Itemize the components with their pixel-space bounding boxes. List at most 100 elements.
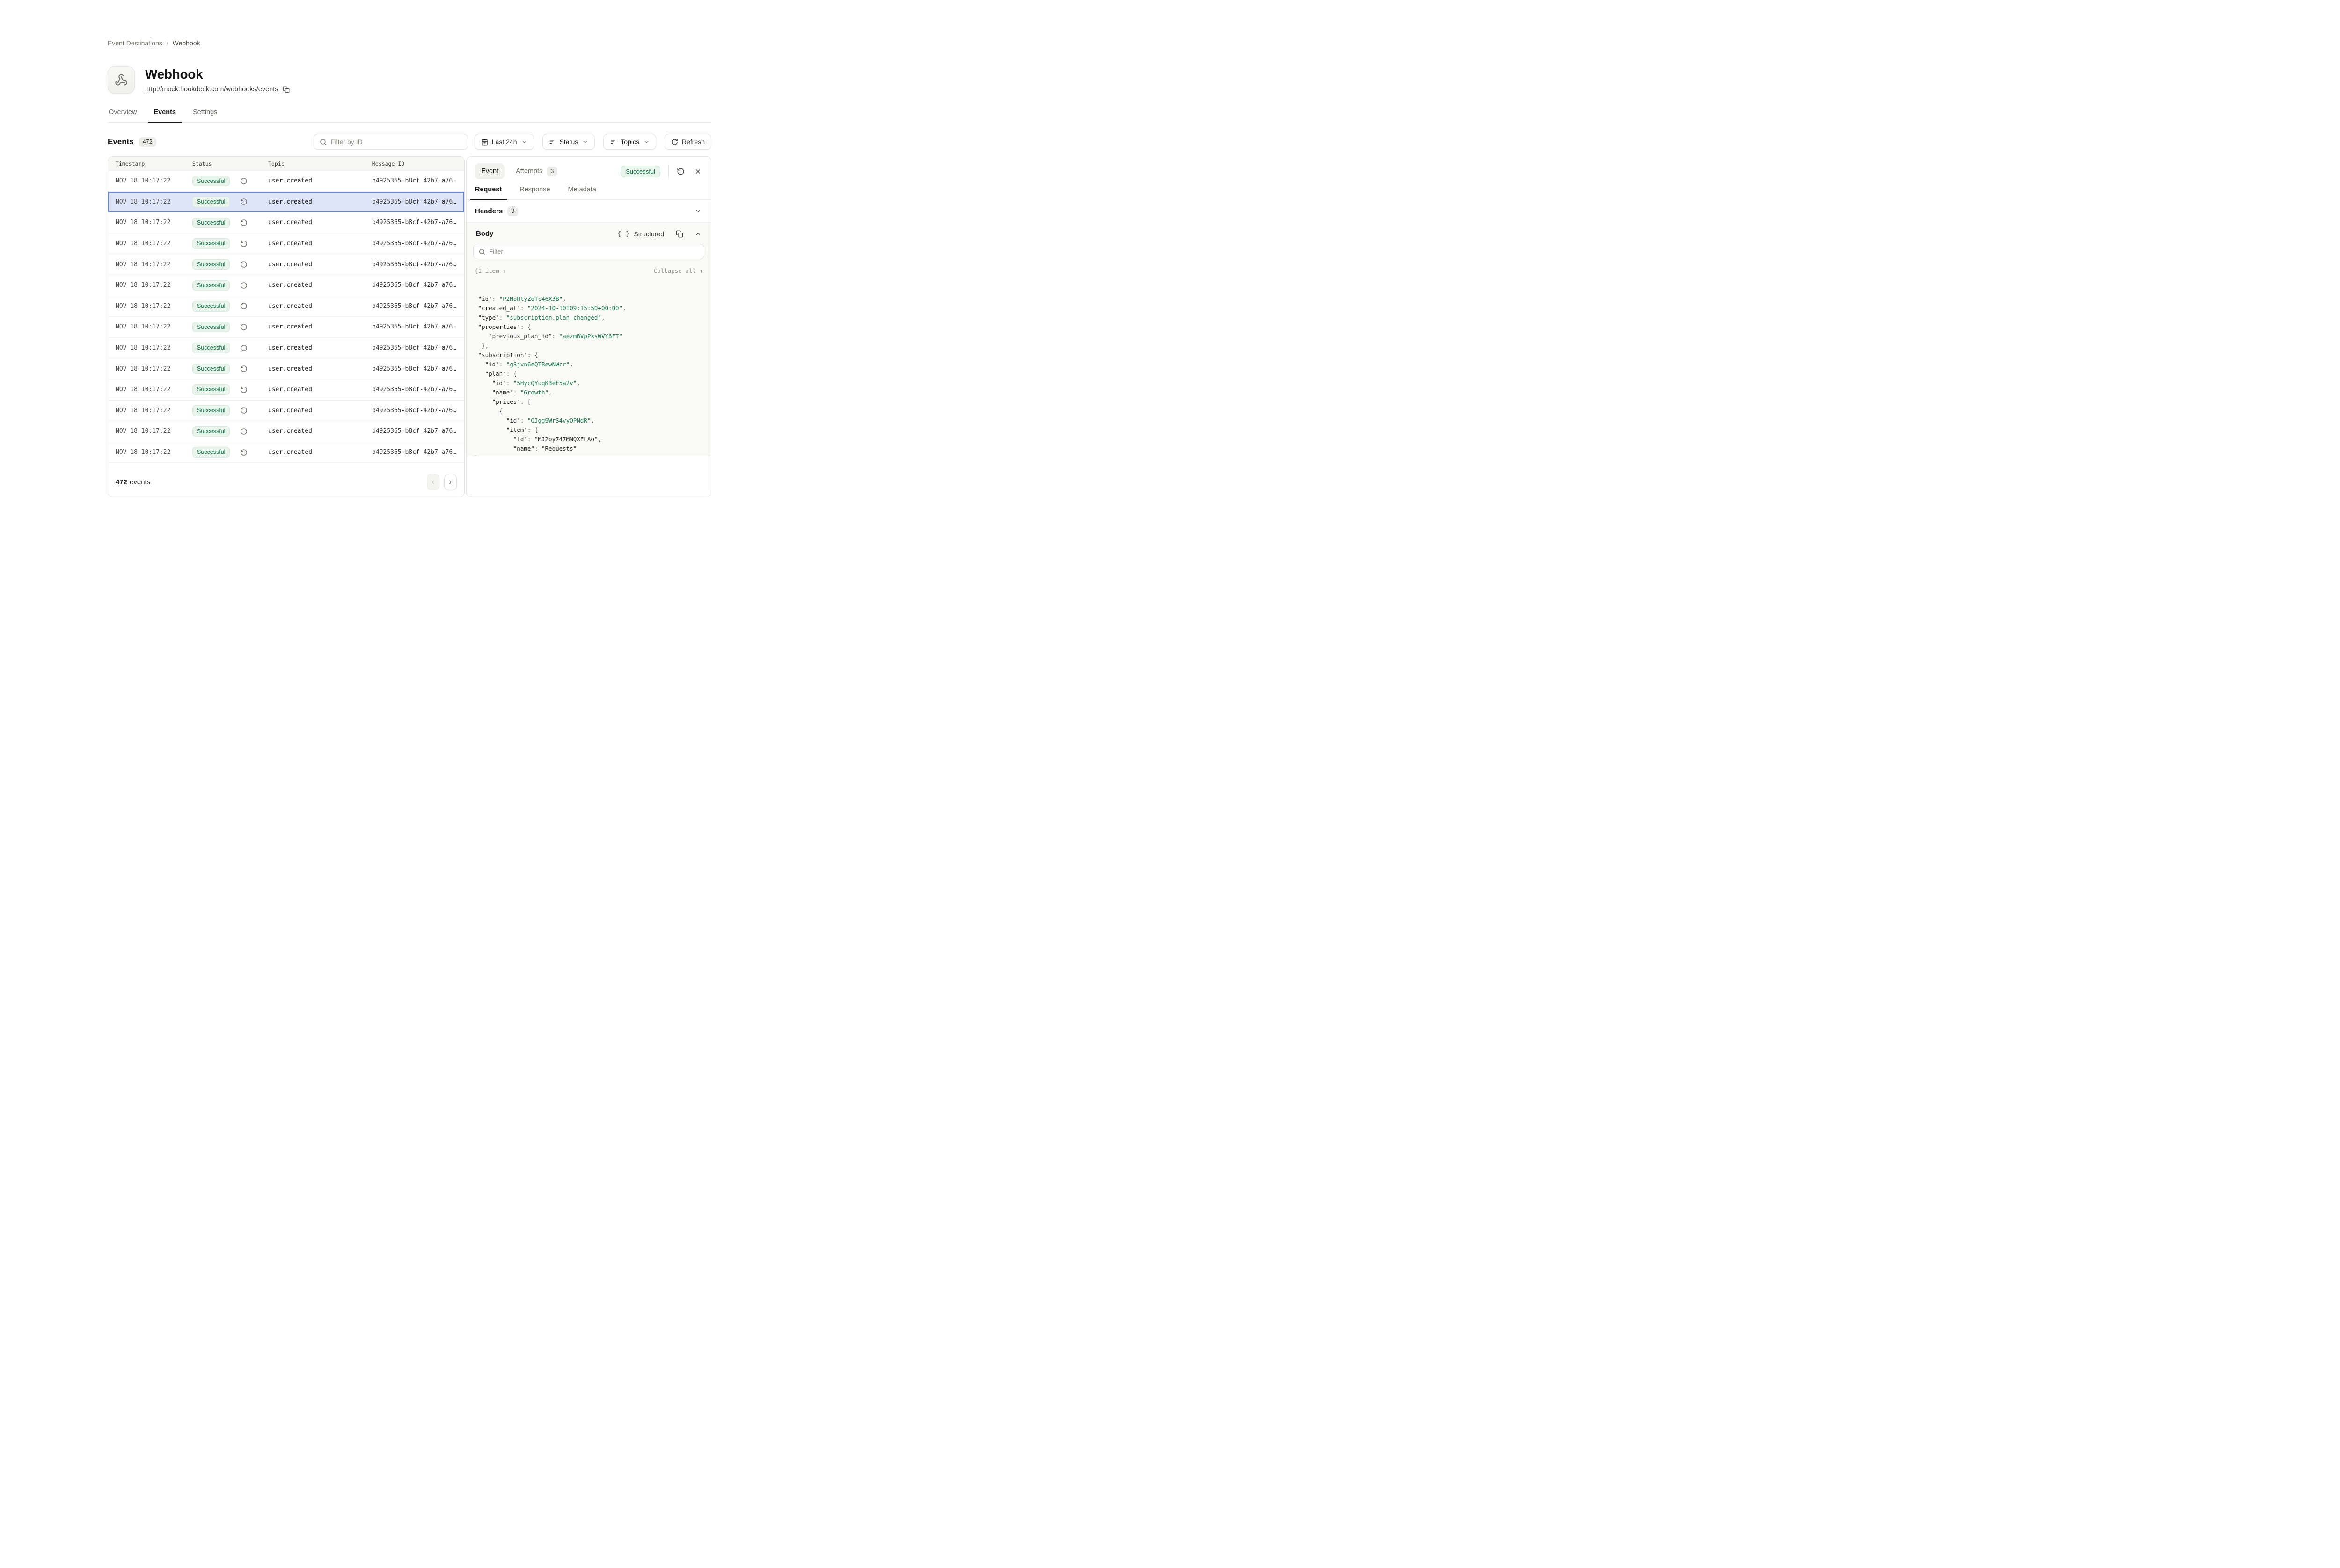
json-line: "plan": { bbox=[475, 369, 703, 379]
cell-message-id: b4925365-b8cf-42b7-a76… bbox=[372, 407, 464, 414]
structured-mode-label[interactable]: Structured bbox=[634, 230, 664, 238]
json-items-toggle[interactable]: {1 item ↑ bbox=[475, 267, 506, 274]
table-row[interactable]: NOV 18 10:17:22 Successful user.created … bbox=[108, 171, 464, 192]
prev-page-button[interactable] bbox=[427, 474, 439, 490]
time-range-button[interactable]: Last 24h bbox=[475, 134, 534, 150]
chevron-right-icon bbox=[447, 479, 453, 485]
retry-icon[interactable] bbox=[240, 198, 248, 205]
table-row[interactable]: NOV 18 10:17:22 Successful user.created … bbox=[108, 442, 464, 463]
column-header-status: Status bbox=[192, 160, 268, 167]
retry-icon[interactable] bbox=[240, 261, 248, 268]
headers-section-toggle[interactable]: Headers 3 bbox=[467, 200, 711, 222]
cell-status: Successful bbox=[192, 343, 268, 353]
events-heading-label: Events bbox=[108, 137, 134, 146]
filter-by-id-input[interactable] bbox=[331, 138, 462, 146]
retry-icon[interactable] bbox=[240, 219, 248, 226]
table-row[interactable]: NOV 18 10:17:22 Successful user.created … bbox=[108, 358, 464, 379]
retry-icon[interactable] bbox=[240, 302, 248, 310]
attempts-count-badge: 3 bbox=[547, 167, 557, 176]
cell-topic: user.created bbox=[268, 449, 372, 456]
tab-event[interactable]: Event bbox=[475, 163, 505, 179]
table-row[interactable]: NOV 18 10:17:22 Successful user.created … bbox=[108, 192, 464, 213]
retry-icon[interactable] bbox=[240, 177, 248, 185]
status-badge: Successful bbox=[192, 364, 230, 374]
detail-content-tab[interactable]: Request bbox=[475, 186, 502, 199]
table-row[interactable]: NOV 18 10:17:22 Successful user.created … bbox=[108, 317, 464, 338]
filter-lines-icon bbox=[610, 139, 617, 146]
page-tab[interactable]: Events bbox=[153, 106, 177, 122]
detail-content-tab[interactable]: Response bbox=[519, 186, 550, 199]
json-line: "properties": { bbox=[475, 322, 703, 332]
pagination bbox=[427, 474, 457, 490]
retry-event-icon[interactable] bbox=[677, 168, 685, 175]
cell-status: Successful bbox=[192, 405, 268, 416]
status-badge: Successful bbox=[192, 384, 230, 395]
cell-status: Successful bbox=[192, 176, 268, 187]
table-row[interactable]: NOV 18 10:17:22 Successful user.created … bbox=[108, 296, 464, 317]
chevron-down-icon bbox=[582, 139, 588, 145]
page-header: Webhook http://mock.hookdeck.com/webhook… bbox=[108, 66, 711, 94]
retry-icon[interactable] bbox=[240, 323, 248, 331]
cell-timestamp: NOV 18 10:17:22 bbox=[116, 344, 192, 351]
close-icon[interactable] bbox=[695, 168, 702, 175]
status-badge: Successful bbox=[192, 259, 230, 270]
breadcrumb-root-link[interactable]: Event Destinations bbox=[108, 39, 162, 47]
json-line: "subscription": { bbox=[475, 350, 703, 360]
cell-timestamp: NOV 18 10:17:22 bbox=[116, 282, 192, 289]
page-tab[interactable]: Overview bbox=[108, 106, 138, 122]
retry-icon[interactable] bbox=[240, 240, 248, 248]
json-line: "created_at": "2024-10-10T09:15:50+00:00… bbox=[475, 304, 703, 313]
filter-by-id-search[interactable] bbox=[314, 134, 468, 150]
cell-status: Successful bbox=[192, 447, 268, 458]
cell-message-id: b4925365-b8cf-42b7-a76… bbox=[372, 428, 464, 435]
body-header-actions: { } Structured bbox=[617, 230, 702, 238]
tab-attempts[interactable]: Attempts 3 bbox=[516, 167, 557, 176]
json-line: "type": "subscription.plan_changed", bbox=[475, 313, 703, 322]
body-filter-input[interactable] bbox=[489, 248, 699, 255]
refresh-button[interactable]: Refresh bbox=[665, 134, 711, 150]
retry-icon[interactable] bbox=[240, 282, 248, 289]
table-row[interactable]: NOV 18 10:17:22 Successful user.created … bbox=[108, 233, 464, 255]
table-row[interactable]: NOV 18 10:17:22 Successful user.created … bbox=[108, 379, 464, 401]
next-page-button[interactable] bbox=[444, 474, 457, 490]
topics-filter-button[interactable]: Topics bbox=[603, 134, 656, 150]
retry-icon[interactable] bbox=[240, 344, 248, 352]
body-label: Body bbox=[476, 230, 494, 238]
search-icon bbox=[479, 248, 485, 255]
table-row[interactable]: NOV 18 10:17:22 Successful user.created … bbox=[108, 275, 464, 296]
json-line: "name": "Requests" bbox=[475, 444, 703, 453]
cell-timestamp: NOV 18 10:17:22 bbox=[116, 303, 192, 310]
table-row[interactable]: NOV 18 10:17:22 Successful user.created … bbox=[108, 338, 464, 359]
table-row[interactable]: NOV 18 10:17:22 Successful user.created … bbox=[108, 254, 464, 275]
cell-message-id: b4925365-b8cf-42b7-a76… bbox=[372, 344, 464, 351]
table-row[interactable]: NOV 18 10:17:22 Successful user.created … bbox=[108, 212, 464, 233]
retry-icon[interactable] bbox=[240, 449, 248, 456]
detail-content-tab[interactable]: Metadata bbox=[568, 186, 596, 199]
retry-icon[interactable] bbox=[240, 428, 248, 435]
table-row[interactable]: NOV 18 10:17:22 Successful user.created … bbox=[108, 401, 464, 422]
status-filter-button[interactable]: Status bbox=[542, 134, 595, 150]
braces-icon: { } bbox=[617, 230, 630, 238]
cell-topic: user.created bbox=[268, 261, 372, 268]
json-line: "id": "MJ2oy747MNQXELAo", bbox=[475, 435, 703, 444]
collapse-body-chevron-up-icon[interactable] bbox=[695, 231, 702, 237]
cell-timestamp: NOV 18 10:17:22 bbox=[116, 428, 192, 435]
event-status-badge: Successful bbox=[621, 166, 660, 177]
retry-icon[interactable] bbox=[240, 407, 248, 414]
events-toolbar: Events 472 Last 24h bbox=[108, 134, 711, 150]
json-line: "name": "Growth", bbox=[475, 388, 703, 397]
column-header-timestamp: Timestamp bbox=[116, 160, 192, 167]
collapse-all-button[interactable]: Collapse all ↑ bbox=[654, 267, 703, 274]
cell-timestamp: NOV 18 10:17:22 bbox=[116, 261, 192, 268]
retry-icon[interactable] bbox=[240, 386, 248, 394]
table-row[interactable]: NOV 18 10:17:22 Successful user.created … bbox=[108, 421, 464, 442]
cell-topic: user.created bbox=[268, 219, 372, 226]
copy-url-icon[interactable] bbox=[283, 86, 290, 93]
copy-body-icon[interactable] bbox=[676, 230, 683, 238]
status-badge: Successful bbox=[192, 447, 230, 458]
body-filter-search[interactable] bbox=[473, 244, 704, 259]
page-tab[interactable]: Settings bbox=[192, 106, 218, 122]
page-tab-label: Overview bbox=[109, 109, 137, 116]
status-badge: Successful bbox=[192, 197, 230, 207]
retry-icon[interactable] bbox=[240, 365, 248, 372]
